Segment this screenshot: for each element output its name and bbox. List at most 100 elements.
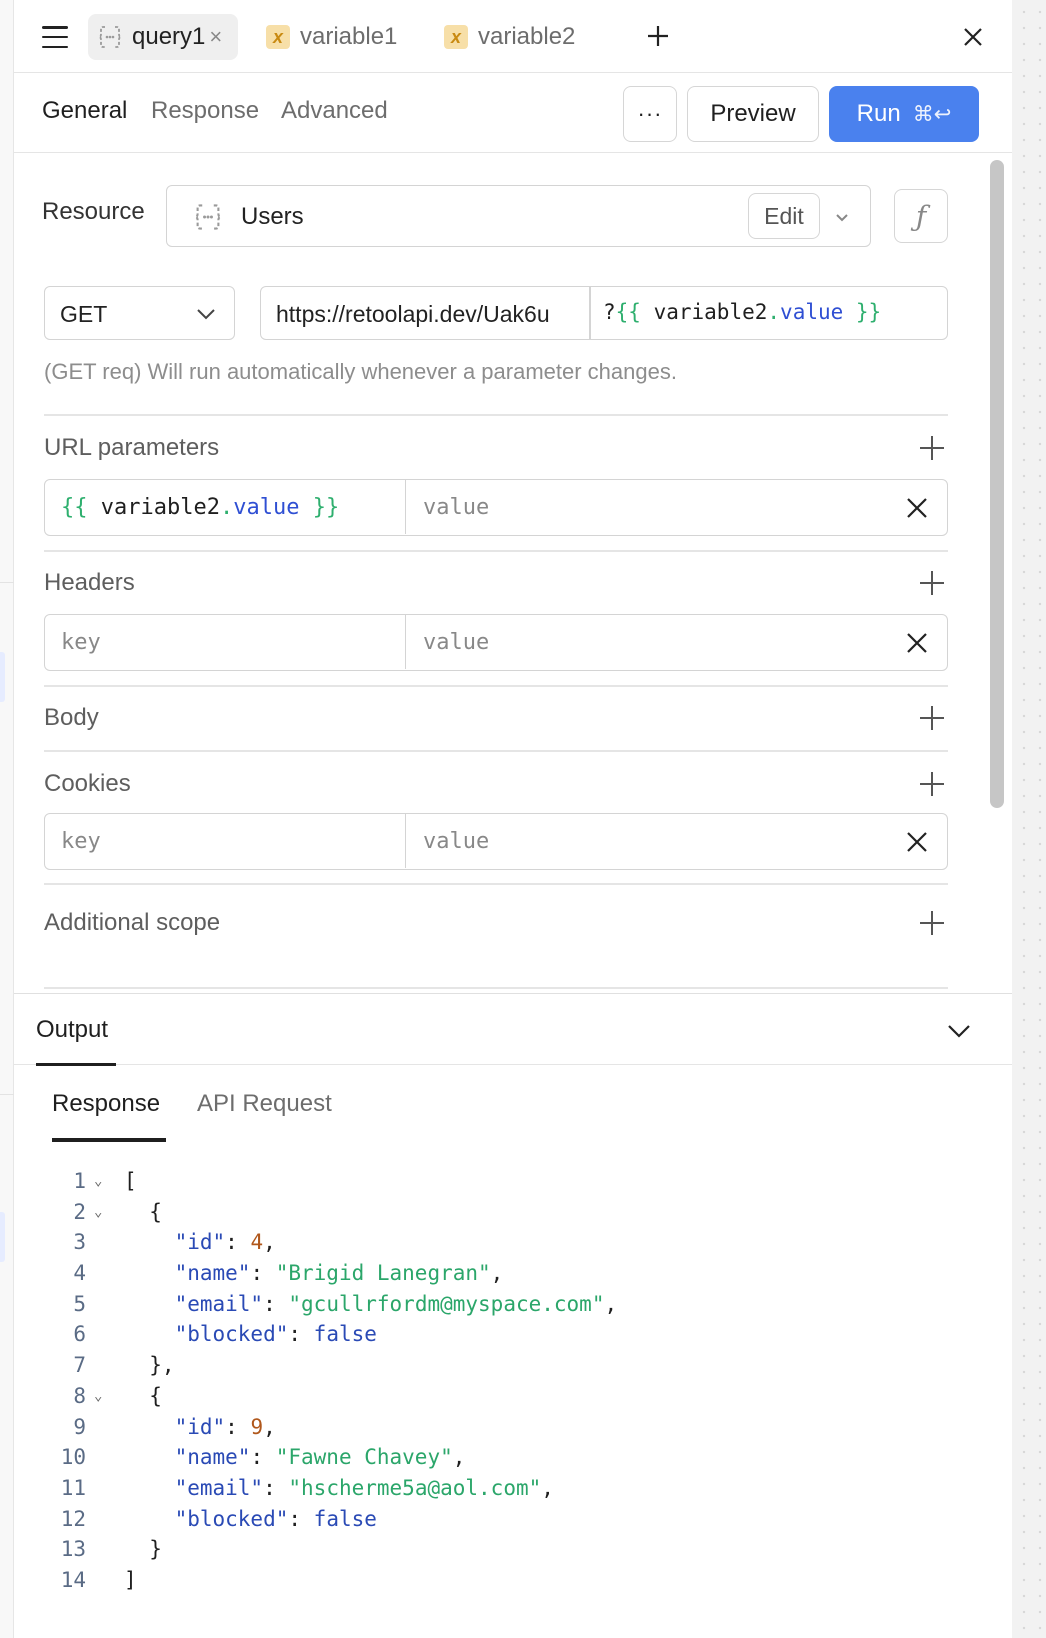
query-editor-panel: query1 × x variable1 x variable2 General… [14,0,1012,1638]
add-cookie-icon[interactable] [918,770,946,798]
cookie-value-input[interactable]: value [407,814,897,868]
divider [44,883,948,885]
divider [44,414,948,416]
query-braces-icon [96,23,124,51]
code-line: 11 "email": "hscherme5a@aol.com", [54,1473,954,1504]
url-parameter-row: {{ variable2. value }} value [44,479,948,536]
close-icon[interactable] [958,22,988,52]
resource-braces-icon [193,202,223,237]
code-line: 4 "name": "Brigid Lanegran", [54,1258,954,1289]
code-line: 3 "id": 4, [54,1227,954,1258]
add-tab-icon[interactable] [642,20,674,52]
variable-icon: x [264,23,292,51]
code-line: 12 "blocked": false [54,1504,954,1535]
function-button[interactable]: ƒ [894,189,948,243]
query-tab-bar: query1 × x variable1 x variable2 [14,0,1012,73]
canvas-grid [1012,0,1046,1638]
selection-marker [0,652,5,702]
code-text: "id": 4, [174,1230,276,1255]
fold-chevron-icon[interactable]: ⌄ [94,1381,102,1412]
body-label: Body [44,704,99,731]
line-number: 5 [73,1291,86,1316]
fold-chevron-icon[interactable]: ⌄ [94,1166,102,1197]
code-text: { [124,1383,162,1408]
line-number: 2 [73,1199,86,1224]
code-line: 2 ⌄ { [54,1197,954,1228]
url-base: https://retoolapi.dev/Uak6u [276,301,550,327]
output-tab-response[interactable]: Response [52,1090,160,1118]
line-number: 14 [60,1567,86,1592]
method-value: GET [60,301,108,327]
url-input[interactable]: https://retoolapi.dev/Uak6u ?{{ variable… [260,286,948,340]
code-text: "name": "Brigid Lanegran", [174,1261,504,1286]
code-line: 10 "name": "Fawne Chavey", [54,1442,954,1473]
code-line: 9 "id": 9, [54,1412,954,1443]
run-label: Run [856,100,901,127]
method-select[interactable]: GET [44,286,235,340]
divider [44,750,948,752]
variable-icon: x [442,23,470,51]
tab-variable2[interactable]: x variable2 [442,14,575,60]
headers-label: Headers [44,569,135,596]
more-button[interactable]: ··· [623,86,677,142]
general-form: Resource Users Edit ƒ GET https://retool… [14,153,998,993]
remove-row-icon[interactable] [903,828,931,856]
line-number: 11 [60,1475,86,1500]
cookie-key-input[interactable]: key [45,814,406,868]
code-text: "email": "hscherme5a@aol.com", [174,1475,554,1500]
collapse-output-icon[interactable] [944,1016,974,1046]
line-number: 9 [73,1414,86,1439]
header-key-input[interactable]: key [45,615,406,669]
line-number: 3 [73,1230,86,1255]
auto-run-hint: (GET req) Will run automatically wheneve… [44,359,677,384]
preview-button[interactable]: Preview [687,86,819,142]
divider [44,550,948,552]
cookies-label: Cookies [44,770,131,797]
url-parameter-value-input[interactable]: value [407,480,897,534]
form-scrollbar[interactable] [990,160,1004,808]
add-body-icon[interactable] [918,704,946,732]
tab-variable1[interactable]: x variable1 [264,14,397,60]
url-parameter-key-input[interactable]: {{ variable2. value }} [45,480,406,534]
output-header: Output [14,993,1012,1066]
chevron-down-icon[interactable] [833,208,851,226]
line-number: 8 [73,1383,86,1408]
code-line: 6 "blocked": false [54,1319,954,1350]
tab-query1[interactable]: query1 × [88,14,238,60]
divider [44,685,948,687]
code-line: 8 ⌄ { [54,1381,954,1412]
divider [0,582,14,583]
output-title[interactable]: Output [36,1016,108,1044]
url-divider [589,287,591,339]
add-url-parameter-icon[interactable] [918,434,946,462]
response-code-viewer[interactable]: 1 ⌄[2 ⌄ {3 "id": 4, 4 "name": "Brigid Laneg… [54,1166,954,1596]
line-number: 7 [73,1353,86,1378]
code-text: [ [124,1169,137,1193]
fold-chevron-icon[interactable]: ⌄ [94,1197,102,1228]
tab-label: variable2 [478,23,576,50]
output-underline [36,1063,116,1066]
run-button[interactable]: Run ⌘↩ [829,86,979,142]
url-parameters-label: URL parameters [44,434,220,461]
tab-response[interactable]: Response [151,97,259,125]
menu-icon[interactable] [42,26,68,48]
code-text: { [124,1199,162,1224]
url-query-template: ?{{ variable2.value }} [603,300,882,324]
close-tab-icon[interactable]: × [209,24,222,50]
code-text: } [124,1537,162,1562]
header-value-input[interactable]: value [407,615,897,669]
tab-advanced[interactable]: Advanced [281,97,388,125]
code-text: "id": 9, [174,1414,276,1439]
tab-general[interactable]: General [42,97,127,125]
resource-select[interactable]: Users Edit [166,185,871,247]
code-line: 13 } [54,1534,954,1565]
add-header-icon[interactable] [918,569,946,597]
edit-resource-button[interactable]: Edit [748,193,820,239]
add-scope-icon[interactable] [918,909,946,937]
selection-marker [0,1212,5,1262]
output-tab-api-request[interactable]: API Request [197,1090,332,1118]
code-text: "blocked": false [174,1506,377,1531]
divider [44,987,948,989]
remove-row-icon[interactable] [903,629,931,657]
remove-row-icon[interactable] [903,494,931,522]
